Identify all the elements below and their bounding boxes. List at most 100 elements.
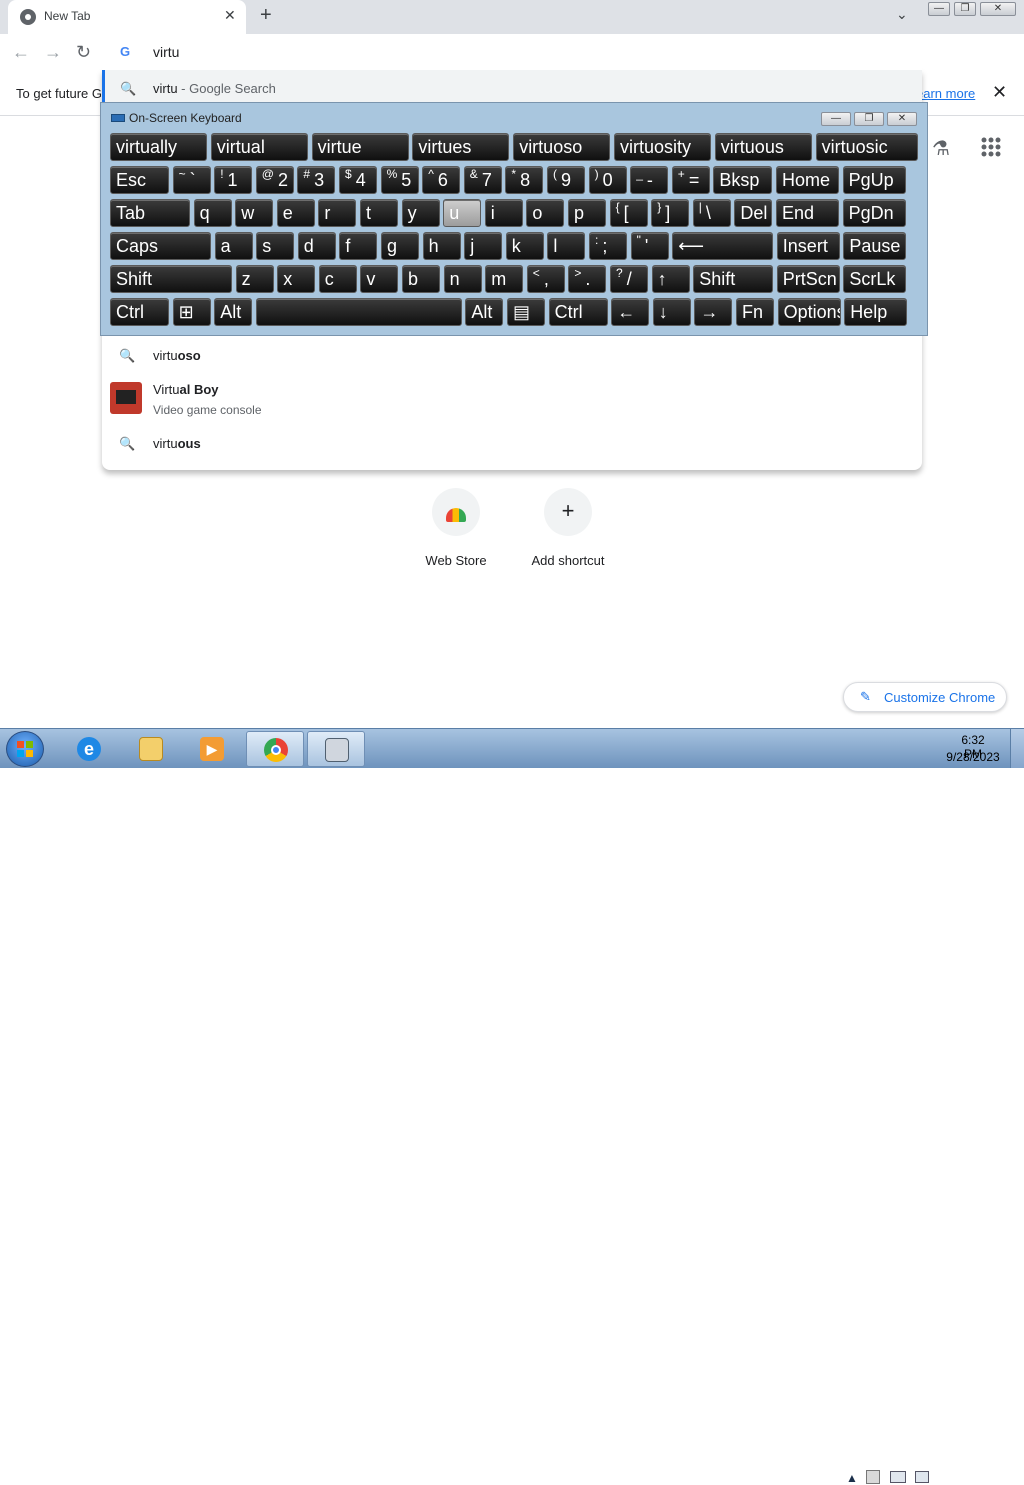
osk-prediction-key[interactable]: virtual [210, 133, 308, 161]
osk-key[interactable]: a [214, 232, 253, 260]
apps-grid-icon[interactable] [980, 136, 1002, 164]
osk-key[interactable]: >. [568, 265, 607, 293]
osk-key[interactable]: Alt [214, 298, 253, 326]
osk-key[interactable]: q [193, 199, 232, 227]
osk-key[interactable]: ^ 6 [422, 166, 461, 194]
osk-key[interactable]: Ctrl [548, 298, 608, 326]
osk-key[interactable]: ScrLk [843, 265, 907, 293]
osk-key[interactable]: Shift [693, 265, 774, 293]
window-close-button[interactable]: ✕ [980, 2, 1016, 16]
osk-key[interactable]: Options [777, 298, 841, 326]
show-desktop-button[interactable] [1010, 729, 1024, 768]
osk-key[interactable]: j [464, 232, 503, 260]
osk-key[interactable]: ↓ [652, 298, 691, 326]
osk-key[interactable]: l [547, 232, 586, 260]
osk-key[interactable]: m [485, 265, 524, 293]
osk-key[interactable]: Esc [110, 166, 169, 194]
tab-close-icon[interactable]: ✕ [224, 7, 236, 24]
osk-key[interactable]: ↑ [651, 265, 690, 293]
osk-key[interactable]: Fn [736, 298, 774, 326]
suggestion-google-search[interactable]: 🔍 virtu - Google Search [102, 70, 922, 106]
osk-prediction-key[interactable]: virtues [412, 133, 510, 161]
osk-key[interactable]: PrtScn [776, 265, 840, 293]
osk-key[interactable]: w [235, 199, 274, 227]
osk-key[interactable]: Shift [110, 265, 232, 293]
web-store-label[interactable]: Web Store [400, 553, 512, 568]
osk-key[interactable]: y [401, 199, 440, 227]
osk-key[interactable]: ▤ [507, 298, 545, 326]
add-shortcut-button[interactable]: + [544, 488, 592, 536]
osk-key[interactable]: Pause [843, 232, 907, 260]
osk-key[interactable]: h [422, 232, 461, 260]
osk-key[interactable]: ← [611, 298, 650, 326]
add-shortcut-label[interactable]: Add shortcut [512, 553, 624, 568]
osk-key[interactable]: k [505, 232, 544, 260]
osk-key[interactable]: d [297, 232, 336, 260]
osk-prediction-key[interactable]: virtually [110, 133, 207, 161]
tab-new-tab[interactable]: New Tab ✕ [8, 0, 246, 34]
osk-key[interactable]: (9 [547, 166, 585, 194]
osk-key[interactable]: _ - [630, 166, 669, 194]
osk-key[interactable]: Home [776, 166, 839, 194]
osk-key[interactable]: % 5 [380, 166, 419, 194]
taskbar-internet-explorer[interactable]: e [60, 731, 118, 767]
osk-key[interactable]: n [443, 265, 482, 293]
network-icon[interactable] [890, 1471, 906, 1483]
osk-key[interactable]: g [381, 232, 419, 260]
osk-key[interactable]: Alt [465, 298, 504, 326]
osk-key[interactable] [255, 298, 462, 326]
osk-key[interactable]: ! 1 [214, 166, 253, 194]
forward-arrow-icon[interactable]: → [44, 42, 62, 63]
osk-key[interactable]: Help [844, 298, 908, 326]
osk-key[interactable]: → [694, 298, 733, 326]
osk-key[interactable]: z [235, 265, 274, 293]
taskbar-on-screen-keyboard[interactable] [307, 731, 365, 767]
osk-key[interactable]: & 7 [463, 166, 502, 194]
osk-key[interactable]: Del [734, 199, 773, 227]
osk-key[interactable]: ? / [610, 265, 648, 293]
osk-prediction-key[interactable]: virtue [311, 133, 409, 161]
osk-prediction-key[interactable]: virtuous [714, 133, 812, 161]
osk-key[interactable]: ) 0 [588, 166, 627, 194]
omnibox[interactable]: G virtu [102, 34, 922, 70]
osk-key[interactable]: Tab [110, 199, 190, 227]
osk-key[interactable]: t [360, 199, 398, 227]
osk-key[interactable]: :; [589, 232, 627, 260]
osk-key[interactable]: | \ [692, 199, 731, 227]
osk-key[interactable]: b [402, 265, 440, 293]
action-center-icon[interactable] [866, 1470, 880, 1484]
osk-key[interactable]: Bksp [713, 166, 773, 194]
window-restore-button[interactable]: ❐ [954, 2, 976, 16]
osk-prediction-key[interactable]: virtuoso [513, 133, 611, 161]
tray-arrow-icon[interactable]: ▲ [846, 1471, 858, 1485]
osk-key[interactable]: $4 [339, 166, 377, 194]
osk-key[interactable]: " ' [630, 232, 669, 260]
osk-key[interactable]: Insert [776, 232, 840, 260]
learn-more-link[interactable]: earn more [916, 86, 975, 101]
osk-key[interactable]: i [484, 199, 523, 227]
osk-key[interactable]: {[ [609, 199, 648, 227]
suggestion-virtual-boy[interactable]: Virtual Boy Video game console [102, 374, 922, 422]
osk-prediction-key[interactable]: virtuosity [614, 133, 711, 161]
osk-key[interactable]: End [776, 199, 839, 227]
osk-key[interactable]: c [318, 265, 357, 293]
taskbar-media-player[interactable]: ▶ [183, 731, 241, 767]
clock-date[interactable]: 9/28/2023 [945, 750, 1001, 764]
osk-key[interactable]: @2 [255, 166, 294, 194]
osk-key[interactable]: u [443, 199, 482, 227]
osk-key[interactable]: ~ ` [172, 166, 211, 194]
osk-key[interactable]: x [277, 265, 316, 293]
osk-key[interactable]: PgUp [842, 166, 906, 194]
osk-key[interactable]: e [276, 199, 315, 227]
osk-key[interactable]: r [318, 199, 357, 227]
reload-icon[interactable]: ↻ [76, 42, 91, 63]
osk-key[interactable]: * 8 [505, 166, 544, 194]
osk-key[interactable]: PgDn [842, 199, 906, 227]
taskbar-file-explorer[interactable] [122, 731, 180, 767]
suggestion-virtuoso[interactable]: 🔍 virtuoso [102, 338, 922, 372]
osk-key[interactable]: v [360, 265, 399, 293]
osk-key[interactable]: o [526, 199, 565, 227]
back-arrow-icon[interactable]: ← [12, 42, 30, 63]
start-button[interactable] [6, 731, 44, 767]
labs-flask-icon[interactable]: ⚗ [932, 136, 950, 161]
